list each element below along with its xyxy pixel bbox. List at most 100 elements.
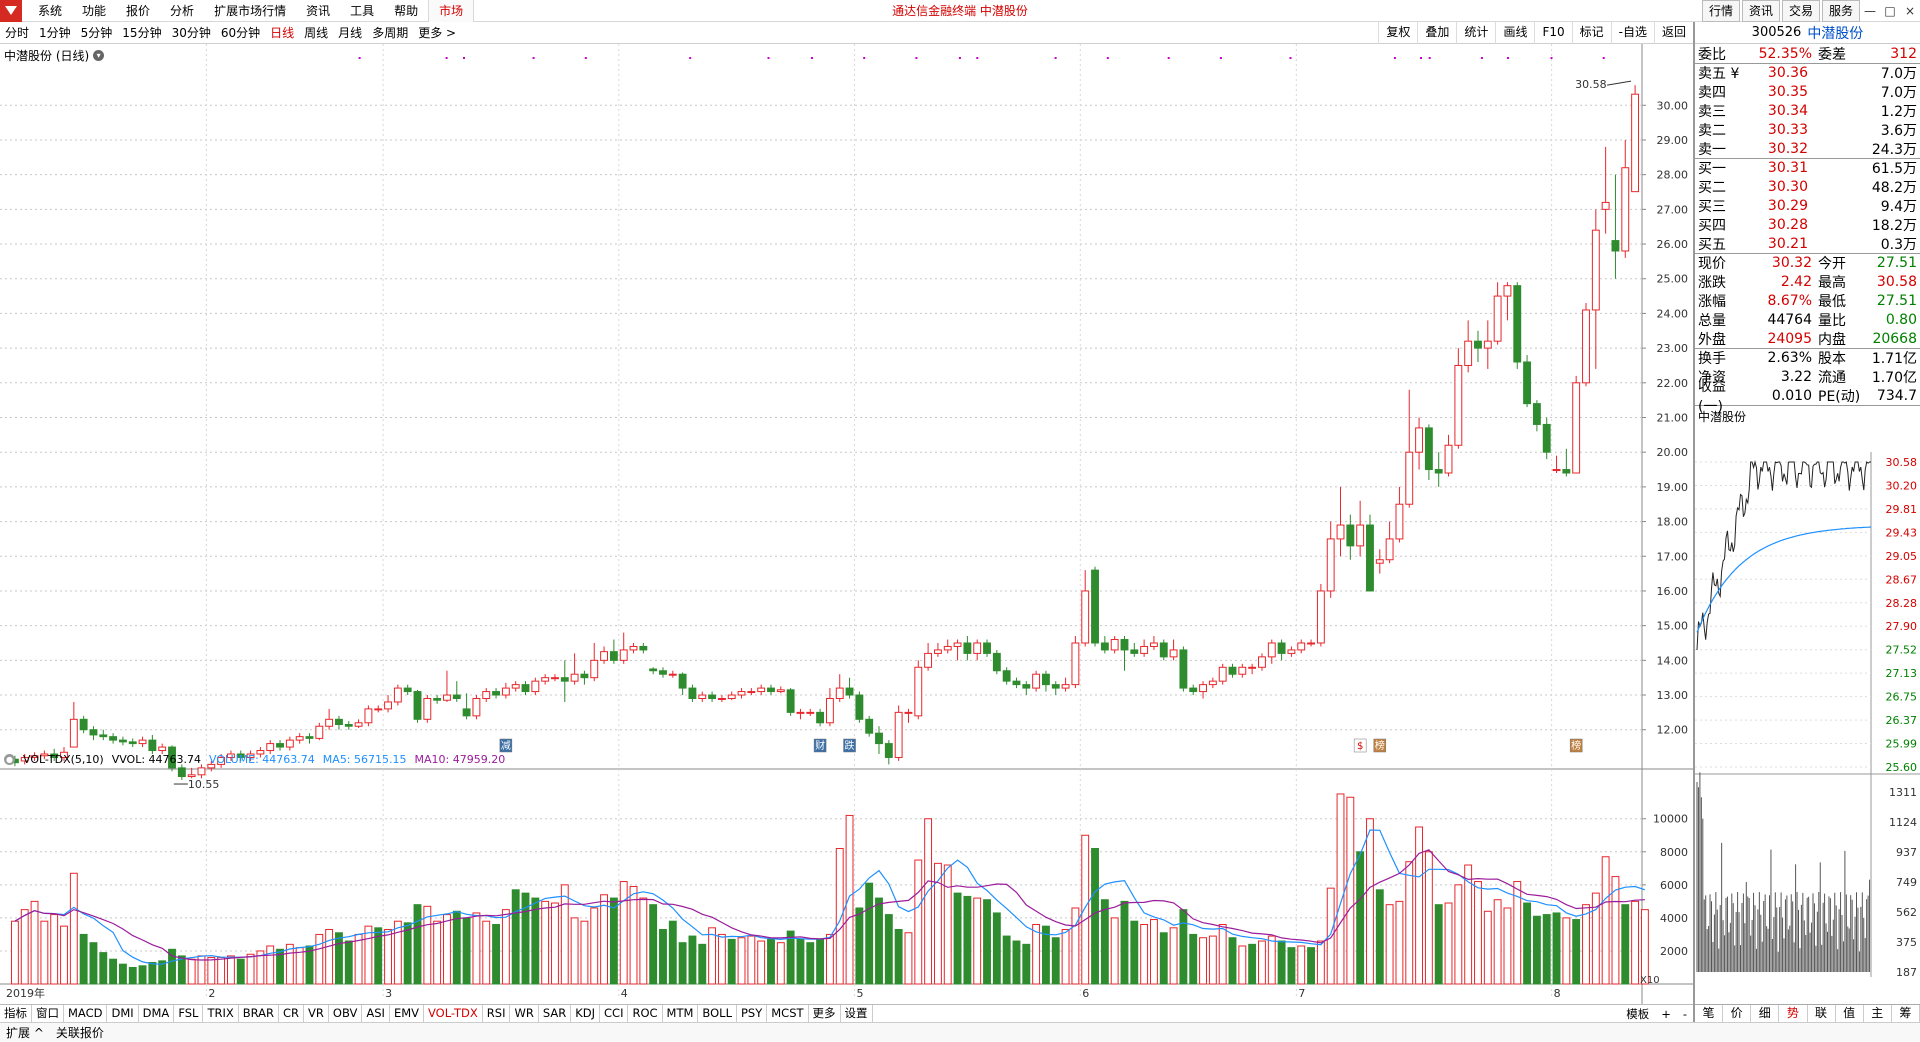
period-tab-more[interactable]: 更多 > xyxy=(413,23,461,43)
period-tab-30min[interactable]: 30分钟 xyxy=(167,23,216,43)
quote-tab-0[interactable]: 笔 xyxy=(1695,1005,1724,1022)
kline-chart-area[interactable]: 12.00 13.00 14.00 15.00 16.00 17.00 18.00 19.00… xyxy=(0,44,1693,1004)
bid-price: 30.29 xyxy=(1767,197,1808,214)
add-pane-button[interactable]: + xyxy=(1655,1007,1677,1021)
indicator-tab-fsl[interactable]: FSL xyxy=(174,1005,204,1022)
info-dot-marker xyxy=(584,57,587,59)
intraday-mini-chart[interactable]: 30.58 30.20 29.81 29.43 29.05 28.67 28.28 27.90… xyxy=(1695,452,1920,1002)
period-tab-weekly[interactable]: 周线 xyxy=(299,23,333,43)
close-icon[interactable]: × xyxy=(1900,0,1920,22)
indicator-toggle-icon[interactable]: ● xyxy=(4,754,15,765)
period-tab-15min[interactable]: 15分钟 xyxy=(117,23,166,43)
bid-row[interactable]: 买三 30.29 9.4万 xyxy=(1695,196,1920,215)
minimize-icon[interactable]: — xyxy=(1860,0,1880,22)
candle-body xyxy=(1572,382,1581,474)
bid-row[interactable]: 买四 30.28 18.2万 xyxy=(1695,215,1920,234)
ask-row[interactable]: 卖一 30.32 24.3万 xyxy=(1695,139,1920,158)
menu-news[interactable]: 资讯 xyxy=(296,0,340,22)
period-tab-multi[interactable]: 多周期 xyxy=(367,23,413,43)
indicator-tab-wr[interactable]: WR xyxy=(510,1005,539,1022)
remove-pane-button[interactable]: - xyxy=(1677,1007,1693,1021)
tool-back-button[interactable]: 返回 xyxy=(1653,22,1693,44)
tool-watchlist-button[interactable]: -自选 xyxy=(1610,22,1654,44)
quote-tab-5[interactable]: 值 xyxy=(1836,1005,1864,1022)
period-tab-5min[interactable]: 5分钟 xyxy=(76,23,118,43)
ask-row[interactable]: 卖三 30.34 1.2万 xyxy=(1695,101,1920,120)
period-tab-daily[interactable]: 日线 xyxy=(265,23,299,43)
indicator-tab-macd[interactable]: MACD xyxy=(64,1005,108,1022)
tool-draw-button[interactable]: 画线 xyxy=(1495,22,1534,44)
indicator-tab-obv[interactable]: OBV xyxy=(329,1005,363,1022)
stat-row: 现价 30.32 今开 27.51 xyxy=(1695,253,1920,272)
indicator-tab-窗口[interactable]: 窗口 xyxy=(32,1005,64,1022)
indicator-tab-cr[interactable]: CR xyxy=(279,1005,305,1022)
candle-body xyxy=(295,736,304,741)
tool-adjust-button[interactable]: 复权 xyxy=(1378,22,1417,44)
indicator-tab-dma[interactable]: DMA xyxy=(139,1005,175,1022)
volume-bar xyxy=(973,897,982,985)
indicator-tab-vol-tdx[interactable]: VOL-TDX xyxy=(424,1005,483,1022)
tool-mark-button[interactable]: 标记 xyxy=(1571,22,1611,44)
menu-extended-market[interactable]: 扩展市场行情 xyxy=(204,0,296,22)
menu-analysis[interactable]: 分析 xyxy=(160,0,204,22)
period-tab-60min[interactable]: 60分钟 xyxy=(216,23,265,43)
maximize-icon[interactable]: □ xyxy=(1880,0,1900,22)
quote-tab-6[interactable]: 主 xyxy=(1864,1005,1892,1022)
indicator-tab-emv[interactable]: EMV xyxy=(390,1005,424,1022)
top-button-market[interactable]: 行情 xyxy=(1701,0,1740,22)
indicator-tab-roc[interactable]: ROC xyxy=(628,1005,663,1022)
period-tab-intraday[interactable]: 分时 xyxy=(0,23,34,43)
tool-f10-button[interactable]: F10 xyxy=(1534,22,1571,44)
period-tab-monthly[interactable]: 月线 xyxy=(333,23,367,43)
indicator-tab-设置[interactable]: 设置 xyxy=(841,1005,873,1022)
quote-tab-3[interactable]: 势 xyxy=(1779,1005,1808,1022)
status-related-quote[interactable]: 关联报价 xyxy=(50,1024,110,1041)
top-button-service[interactable]: 服务 xyxy=(1821,0,1860,22)
top-button-news[interactable]: 资讯 xyxy=(1741,0,1780,22)
bid-row[interactable]: 买一 30.31 61.5万 xyxy=(1695,158,1920,177)
candle-body xyxy=(69,718,78,748)
indicator-tab-sar[interactable]: SAR xyxy=(539,1005,572,1022)
indicator-tab-boll[interactable]: BOLL xyxy=(698,1005,737,1022)
menu-market[interactable]: 市场 xyxy=(428,0,475,22)
status-expand[interactable]: 扩展 ^ xyxy=(0,1024,50,1041)
ask-row[interactable]: 卖五 ¥ 30.36 7.0万 xyxy=(1695,63,1920,82)
quote-tab-1[interactable]: 价 xyxy=(1723,1005,1752,1022)
indicator-tab-asi[interactable]: ASI xyxy=(362,1005,390,1022)
bid-row[interactable]: 买五 30.21 0.3万 xyxy=(1695,234,1920,253)
indicator-tab-kdj[interactable]: KDJ xyxy=(571,1005,601,1022)
indicator-tab-trix[interactable]: TRIX xyxy=(203,1005,239,1022)
ask-row[interactable]: 卖四 30.35 7.0万 xyxy=(1695,82,1920,101)
indicator-tab-rsi[interactable]: RSI xyxy=(483,1005,511,1022)
kline-chart-svg[interactable]: 12.00 13.00 14.00 15.00 16.00 17.00 18.00 19.00… xyxy=(0,44,1693,1004)
ask-row[interactable]: 卖二 30.33 3.6万 xyxy=(1695,120,1920,139)
indicator-tab-mcst[interactable]: MCST xyxy=(767,1005,809,1022)
quote-tab-7[interactable]: 筹 xyxy=(1892,1005,1920,1022)
menu-function[interactable]: 功能 xyxy=(72,0,116,22)
stock-name[interactable]: 中潜股份 xyxy=(1807,23,1863,43)
quote-tab-4[interactable]: 联 xyxy=(1808,1005,1836,1022)
menu-quote[interactable]: 报价 xyxy=(116,0,160,22)
tool-stats-button[interactable]: 统计 xyxy=(1456,22,1495,44)
bid-row[interactable]: 买二 30.30 48.2万 xyxy=(1695,177,1920,196)
period-tab-1min[interactable]: 1分钟 xyxy=(34,23,76,43)
indicator-tab-指标[interactable]: 指标 xyxy=(0,1005,32,1022)
quote-tab-2[interactable]: 细 xyxy=(1751,1005,1780,1022)
indicator-tab-brar[interactable]: BRAR xyxy=(239,1005,280,1022)
menu-tools[interactable]: 工具 xyxy=(340,0,384,22)
volume-bar xyxy=(1582,904,1590,985)
menu-help[interactable]: 帮助 xyxy=(384,0,428,22)
indicator-tab-更多[interactable]: 更多 xyxy=(809,1005,841,1022)
indicator-tab-cci[interactable]: CCI xyxy=(600,1005,629,1022)
indicator-tab-vr[interactable]: VR xyxy=(304,1005,329,1022)
template-button[interactable]: 模板 xyxy=(1620,1006,1655,1022)
indicator-tab-psy[interactable]: PSY xyxy=(737,1005,768,1022)
weicha-label: 委差 xyxy=(1818,46,1846,63)
app-logo-icon[interactable] xyxy=(0,0,22,22)
dropdown-circle-icon[interactable]: ▾ xyxy=(93,50,105,61)
top-button-trade[interactable]: 交易 xyxy=(1781,0,1820,22)
menu-system[interactable]: 系统 xyxy=(28,0,72,22)
indicator-tab-dmi[interactable]: DMI xyxy=(107,1005,139,1022)
indicator-tab-mtm[interactable]: MTM xyxy=(663,1005,699,1022)
tool-overlay-button[interactable]: 叠加 xyxy=(1417,22,1456,44)
